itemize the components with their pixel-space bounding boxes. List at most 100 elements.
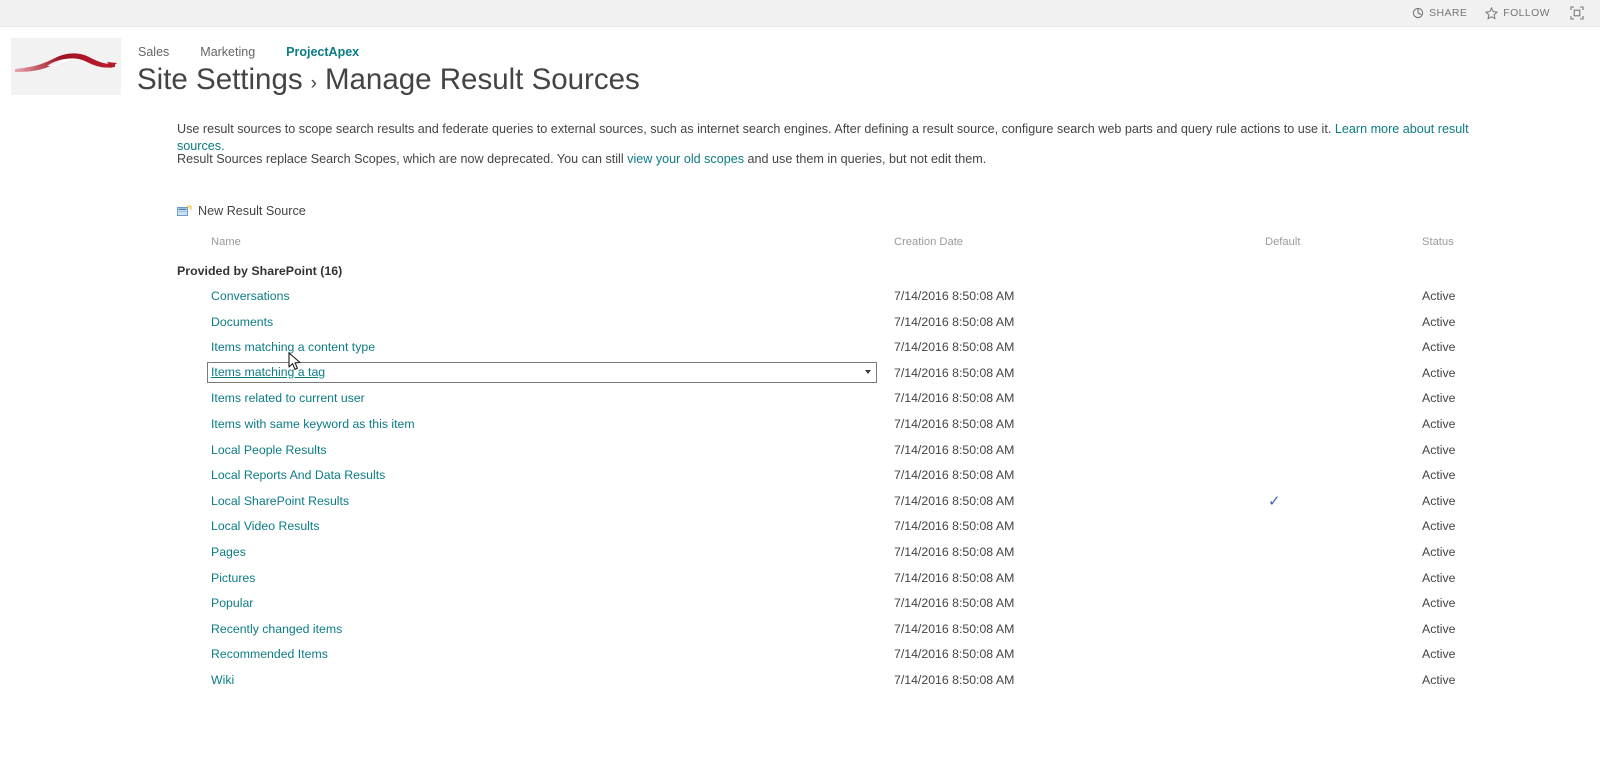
status-badge: Active [1422,544,1456,559]
result-source-creation-date: 7/14/2016 8:50:08 AM [894,391,1015,406]
mouse-cursor [288,352,302,372]
result-source-creation-date: 7/14/2016 8:50:08 AM [894,289,1015,303]
status-badge: Active [1422,391,1456,406]
result-source-creation-date: 7/14/2016 8:50:08 AM [894,468,1015,483]
result-source-name-link[interactable]: Pages [211,545,246,559]
new-item-icon [177,205,192,218]
column-header-name[interactable]: Name [211,236,241,248]
star-icon [1485,6,1499,20]
result-source-creation-date: 7/14/2016 8:50:08 AM [894,519,1015,534]
site-logo[interactable] [11,38,121,95]
breadcrumb: Site Settings › Manage Result Sources [137,63,640,97]
result-source-creation-date: 7/14/2016 8:50:08 AM [894,544,1015,559]
chevron-down-icon[interactable] [865,370,871,375]
table-row[interactable]: Wiki 7/14/2016 8:50:08 AM Active [0,672,1600,698]
description-text-2b: and use them in queries, but not edit th… [744,152,987,166]
status-badge: Active [1422,416,1456,431]
column-header-creation-date[interactable]: Creation Date [894,236,963,248]
status-badge: Active [1422,570,1456,585]
follow-label: FOLLOW [1503,7,1550,19]
result-sources-table: Name Creation Date Default Status Provid… [0,236,1600,687]
result-source-creation-date: 7/14/2016 8:50:08 AM [894,314,1015,329]
description-line-2: Result Sources replace Search Scopes, wh… [177,152,986,166]
result-source-creation-date: 7/14/2016 8:50:08 AM [894,442,1015,457]
table-row[interactable]: Recommended Items 7/14/2016 8:50:08 AM Act… [0,646,1600,672]
status-badge: Active [1422,596,1456,611]
table-row[interactable]: Pictures 7/14/2016 8:50:08 AM Active [0,570,1600,596]
result-source-name-link[interactable]: Recently changed items [211,622,342,636]
result-source-creation-date: 7/14/2016 8:50:08 AM [894,416,1015,431]
focus-on-content-button[interactable] [1570,6,1584,20]
breadcrumb-separator: › [310,73,317,94]
result-source-creation-date: 7/14/2016 8:50:08 AM [894,621,1015,636]
table-row[interactable]: Local Reports And Data Results 7/14/2016 … [0,467,1600,493]
table-row[interactable]: Local People Results 7/14/2016 8:50:08 AM… [0,442,1600,468]
result-source-creation-date: 7/14/2016 8:50:08 AM [894,340,1015,355]
result-source-name-link[interactable]: Local People Results [211,443,327,457]
nav-item-marketing[interactable]: Marketing [200,45,255,59]
site-settings-link[interactable]: Site Settings [137,63,303,97]
table-row[interactable]: Documents 7/14/2016 8:50:08 AM Active [0,314,1600,340]
default-check-icon: ✓ [1268,492,1281,510]
share-button[interactable]: SHARE [1412,7,1467,19]
result-source-creation-date: 7/14/2016 8:50:08 AM [894,672,1015,687]
result-source-name-link[interactable]: Recommended Items [211,647,328,661]
status-badge: Active [1422,442,1456,457]
suite-bar: SHARE FOLLOW [0,0,1600,27]
result-source-name-link[interactable]: Items with same keyword as this item [211,417,415,431]
share-label: SHARE [1429,7,1468,19]
result-source-name-link[interactable]: Items related to current user [211,391,365,405]
table-header-row: Name Creation Date Default Status [0,236,1600,258]
status-badge: Active [1422,468,1456,483]
status-badge: Active [1422,519,1456,534]
table-row[interactable]: Pages 7/14/2016 8:50:08 AM Active [0,544,1600,570]
result-source-name-link[interactable]: Pictures [211,571,255,585]
table-row[interactable]: Recently changed items 7/14/2016 8:50:08 … [0,621,1600,647]
status-badge: Active [1422,314,1456,329]
status-badge: Active [1422,365,1456,380]
nav-item-sales[interactable]: Sales [138,45,169,59]
status-badge: Active [1422,340,1456,355]
result-source-name-link[interactable]: Local Video Results [211,519,319,533]
result-source-name-link[interactable]: Wiki [211,673,234,687]
table-row[interactable]: Popular 7/14/2016 8:50:08 AM Active [0,595,1600,621]
group-header-provided-by-sharepoint: Provided by SharePoint (16) [177,264,343,278]
description-text-2a: Result Sources replace Search Scopes, wh… [177,152,628,166]
follow-button[interactable]: FOLLOW [1485,6,1550,20]
result-source-creation-date: 7/14/2016 8:50:08 AM [894,493,1015,508]
result-source-creation-date: 7/14/2016 8:50:08 AM [894,647,1015,662]
description-line-1: Use result sources to scope search resul… [177,121,1497,155]
table-row[interactable]: Items matching a tag 7/14/2016 8:50:08 AM… [0,361,1600,391]
new-result-source-button[interactable]: New Result Source [177,204,306,218]
status-badge: Active [1422,672,1456,687]
page-header: Sales Marketing ProjectApex Site Setting… [0,28,1600,108]
status-badge: Active [1422,289,1456,303]
result-source-creation-date: 7/14/2016 8:50:08 AM [894,365,1015,380]
result-source-creation-date: 7/14/2016 8:50:08 AM [894,570,1015,585]
share-icon [1412,7,1424,19]
result-source-creation-date: 7/14/2016 8:50:08 AM [894,596,1015,611]
view-old-scopes-link[interactable]: view your old scopes [627,152,744,166]
focus-on-content-icon [1570,6,1584,20]
table-row[interactable]: Local SharePoint Results 7/14/2016 8:50:0… [0,493,1600,519]
column-header-status[interactable]: Status [1422,236,1454,248]
result-source-name-link[interactable]: Items matching a tag [211,365,325,379]
table-body: Conversations 7/14/2016 8:50:08 AM Active D… [0,288,1600,698]
top-navigation: Sales Marketing ProjectApex [138,45,359,59]
table-row[interactable]: Items with same keyword as this item 7/14… [0,416,1600,442]
status-badge: Active [1422,493,1456,508]
nav-item-projectapex[interactable]: ProjectApex [286,45,359,59]
table-row[interactable]: Local Video Results 7/14/2016 8:50:08 AM A… [0,518,1600,544]
table-row[interactable]: Items related to current user 7/14/2016 8… [0,390,1600,416]
result-source-name-link[interactable]: Local SharePoint Results [211,494,349,508]
status-badge: Active [1422,621,1456,636]
result-source-name-link[interactable]: Popular [211,596,253,610]
description-text-1: Use result sources to scope search resul… [177,122,1335,136]
table-row[interactable]: Conversations 7/14/2016 8:50:08 AM Active [0,288,1600,314]
result-source-name-link[interactable]: Conversations [211,289,290,303]
result-source-name-link[interactable]: Documents [211,315,273,329]
result-source-name-link[interactable]: Local Reports And Data Results [211,468,385,482]
column-header-default[interactable]: Default [1265,236,1300,248]
page-title: Manage Result Sources [324,63,640,96]
new-result-source-label: New Result Source [198,204,306,218]
